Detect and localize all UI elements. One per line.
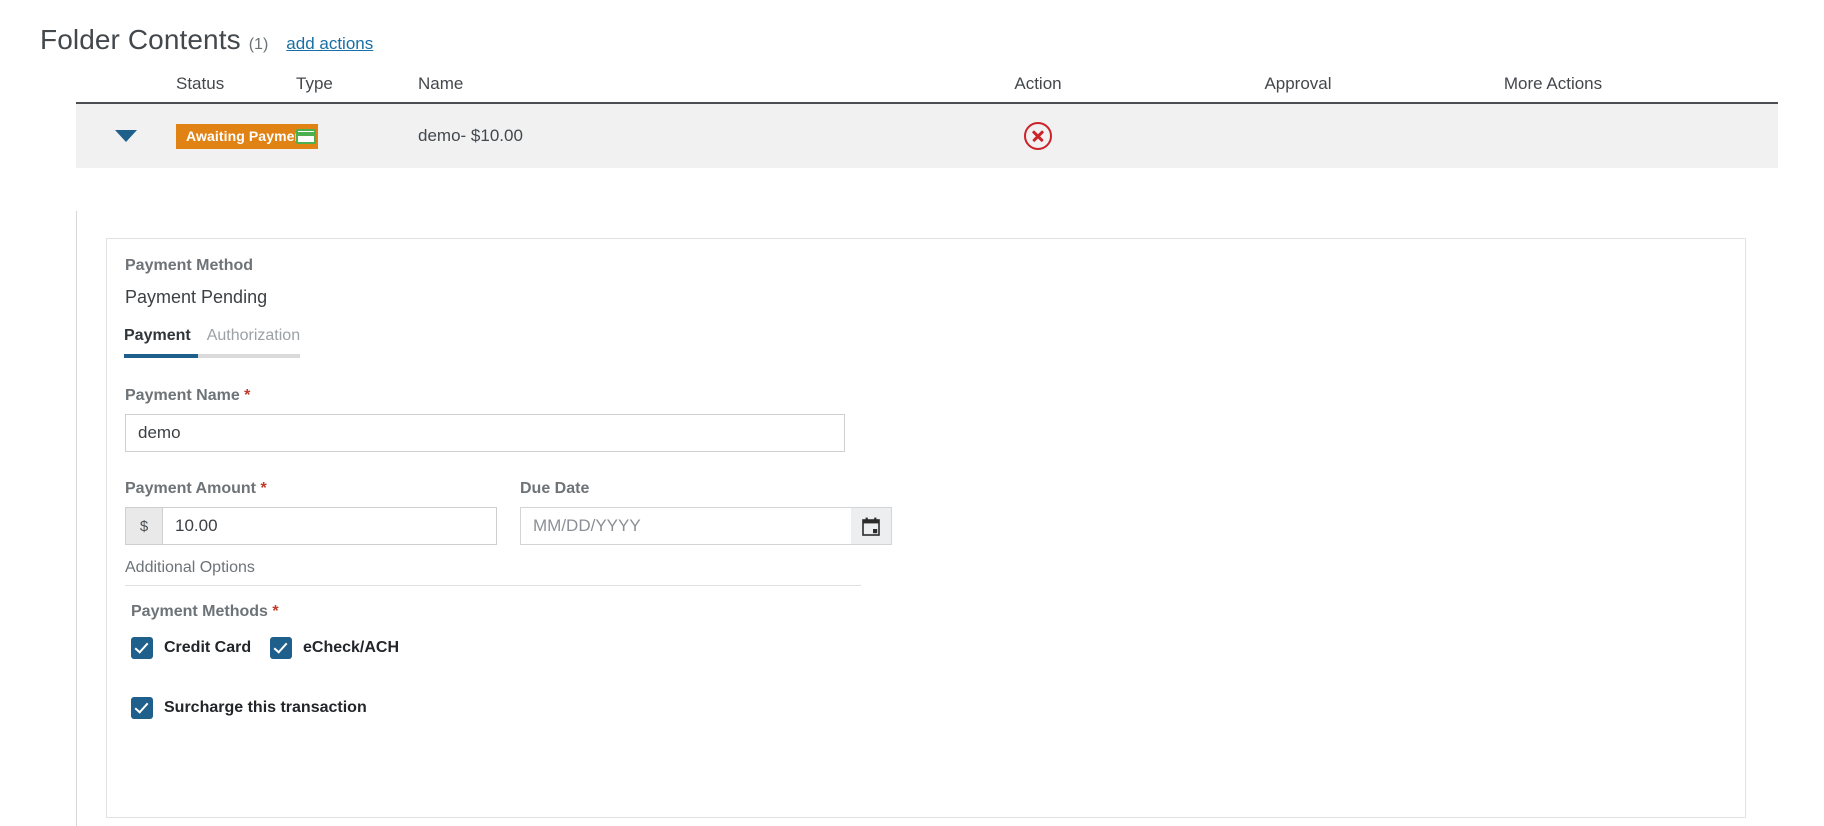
column-header-action: Action <box>1014 74 1062 93</box>
payment-name-input[interactable]: demo <box>125 414 845 452</box>
column-header-more-actions: More Actions <box>1503 74 1603 93</box>
payment-amount-input[interactable]: 10.00 <box>163 508 496 544</box>
row-status-cell: Awaiting Payment <box>176 104 318 168</box>
row-expanded-panel: Payment Method Payment Pending Payment A… <box>76 211 1778 826</box>
payment-method-value: Payment Pending <box>125 287 268 307</box>
row-approval-cell <box>1168 104 1428 168</box>
calendar-icon <box>862 517 880 536</box>
payment-amount-input-group: $ 10.00 <box>125 507 497 545</box>
due-date-input-group: MM/DD/YYYY <box>520 507 892 545</box>
checkbox-checked-icon <box>131 637 153 659</box>
item-count: (1) <box>248 36 269 53</box>
payment-methods-label: Payment Methods * <box>131 603 279 621</box>
column-header-caret <box>76 94 176 102</box>
checkbox-surcharge-transaction[interactable]: Surcharge this transaction <box>131 697 367 719</box>
additional-options-title: Additional Options <box>125 559 255 576</box>
chevron-down-icon <box>115 130 137 142</box>
row-expand-cell <box>76 104 176 168</box>
payment-name-field-group: Payment Name * demo <box>125 387 845 452</box>
tab-authorization[interactable]: Authorization <box>207 327 300 345</box>
row-more-actions-cell <box>1428 104 1678 168</box>
required-marker: * <box>272 603 279 620</box>
column-header-approval: Approval <box>1264 74 1332 93</box>
table-row: Awaiting Payment demo- $10.00 <box>76 104 1778 168</box>
due-date-input[interactable]: MM/DD/YYYY <box>521 508 851 544</box>
required-marker: * <box>244 387 251 404</box>
checkbox-checked-icon <box>270 637 292 659</box>
additional-options-section: Additional Options <box>125 559 861 586</box>
row-name-label: demo- $10.00 <box>418 126 523 145</box>
due-date-field-group: Due Date MM/DD/YYYY <box>520 480 892 545</box>
tab-inactive-indicator <box>198 354 300 358</box>
due-date-label: Due Date <box>520 480 590 497</box>
checkbox-checked-icon <box>131 697 153 719</box>
column-header-type: Type <box>296 74 333 93</box>
checkbox-echeck-ach-label: eCheck/ACH <box>303 639 400 656</box>
column-header-status: Status <box>176 74 225 93</box>
tab-underline <box>124 354 300 358</box>
column-header-name: Name <box>418 74 464 93</box>
section-divider <box>125 585 861 586</box>
payment-amount-field-group: Payment Amount * $ 10.00 <box>125 480 497 545</box>
tab-active-indicator <box>124 354 198 358</box>
row-name-cell: demo- $10.00 <box>418 104 908 168</box>
payment-amount-label: Payment Amount * <box>125 480 497 498</box>
table-header-row: Status Type Name Action Approval More Ac… <box>76 66 1778 104</box>
checkbox-credit-card-label: Credit Card <box>164 639 252 656</box>
add-actions-link[interactable]: add actions <box>286 34 373 54</box>
payment-name-label-text: Payment Name <box>125 387 240 404</box>
cancel-circle-icon[interactable] <box>1024 122 1052 150</box>
payment-methods-label-text: Payment Methods <box>131 603 268 620</box>
tab-payment[interactable]: Payment <box>124 327 191 345</box>
page-title: Folder Contents <box>40 24 241 55</box>
calendar-picker-button[interactable] <box>851 508 891 544</box>
payment-amount-label-text: Payment Amount <box>125 480 256 497</box>
page-header: Folder Contents (1) add actions <box>40 24 373 56</box>
checkbox-credit-card[interactable]: Credit Card <box>131 637 251 659</box>
currency-symbol: $ <box>126 508 163 544</box>
checkbox-echeck-ach[interactable]: eCheck/ACH <box>270 637 399 659</box>
payment-detail-card: Payment Method Payment Pending Payment A… <box>106 238 1746 818</box>
payment-folder-contents-page: Folder Contents (1) add actions Status T… <box>0 0 1824 826</box>
required-marker: * <box>260 480 267 497</box>
row-type-cell <box>296 104 418 168</box>
row-action-cell <box>908 104 1168 168</box>
payment-method-label: Payment Method <box>125 257 254 274</box>
checkbox-surcharge-label: Surcharge this transaction <box>164 699 367 716</box>
detail-tabs: Payment Authorization <box>124 327 300 358</box>
row-expand-toggle[interactable] <box>76 130 176 142</box>
folder-contents-table: Status Type Name Action Approval More Ac… <box>76 66 1778 168</box>
credit-card-icon <box>296 128 316 144</box>
payment-name-label: Payment Name * <box>125 387 845 405</box>
